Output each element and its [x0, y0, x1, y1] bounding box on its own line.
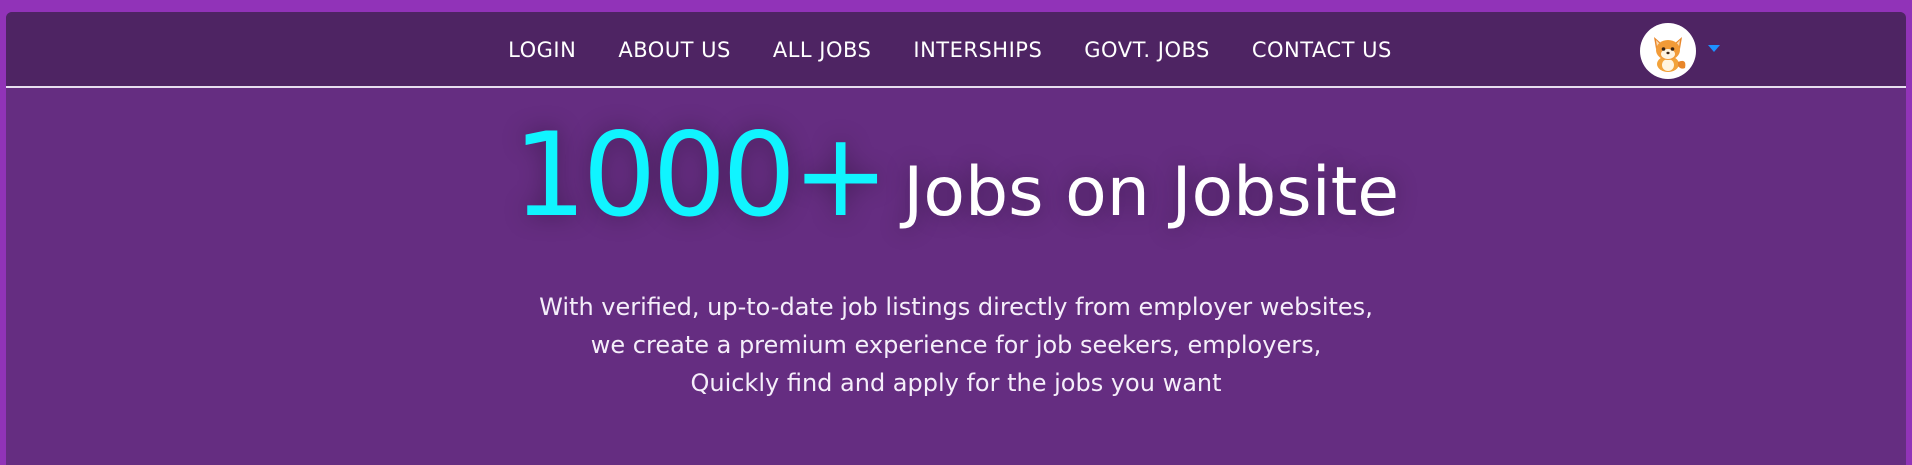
hero-title: Jobs on Jobsite	[903, 153, 1400, 232]
nav-login[interactable]: LOGIN	[508, 38, 576, 62]
user-menu[interactable]	[1640, 23, 1720, 79]
hero-line-1: With verified, up-to-date job listings d…	[539, 293, 1373, 321]
caret-down-icon[interactable]	[1708, 44, 1720, 52]
navbar: LOGIN ABOUT US ALL JOBS INTERSHIPS GOVT.…	[6, 12, 1906, 88]
hero-heading: 1000+ Jobs on Jobsite	[6, 108, 1906, 243]
nav-govt-jobs[interactable]: GOVT. JOBS	[1084, 38, 1210, 62]
page-frame: LOGIN ABOUT US ALL JOBS INTERSHIPS GOVT.…	[6, 12, 1906, 465]
hero-count: 1000+	[512, 108, 889, 243]
nav-internships[interactable]: INTERSHIPS	[913, 38, 1042, 62]
nav-all-jobs[interactable]: ALL JOBS	[773, 38, 872, 62]
nav-contact-us[interactable]: CONTACT US	[1252, 38, 1392, 62]
nav-links: LOGIN ABOUT US ALL JOBS INTERSHIPS GOVT.…	[6, 12, 1906, 88]
hero-description: With verified, up-to-date job listings d…	[6, 288, 1906, 402]
hero-line-3: Quickly find and apply for the jobs you …	[690, 369, 1222, 397]
avatar[interactable]	[1640, 23, 1696, 79]
fox-avatar-icon	[1654, 37, 1686, 72]
hero-line-2: we create a premium experience for job s…	[590, 331, 1322, 359]
nav-about-us[interactable]: ABOUT US	[618, 38, 731, 62]
